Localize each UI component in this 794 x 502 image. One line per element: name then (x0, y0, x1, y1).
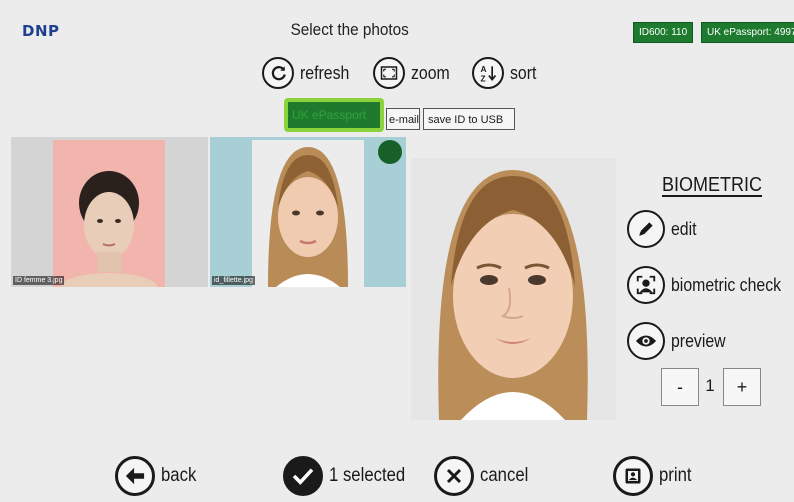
biometric-check-label: biometric check (671, 274, 782, 295)
refresh-button[interactable]: refresh (262, 57, 356, 89)
tab-email[interactable]: e-mail (386, 108, 420, 130)
biometric-heading: BIOMETRIC (662, 174, 763, 196)
refresh-icon (262, 57, 294, 89)
girl-portrait-photo (252, 140, 364, 287)
back-label: back (161, 465, 197, 486)
thumbnail-filename: id_fillette.jpg (212, 276, 255, 285)
edit-button[interactable]: edit (627, 210, 700, 248)
page-title: Select the photos (290, 20, 410, 39)
id600-counter-badge: ID600: 110 (633, 22, 694, 43)
cancel-label: cancel (480, 465, 529, 486)
biometric-check-button[interactable]: biometric check (627, 266, 794, 304)
zoom-label: zoom (411, 62, 450, 83)
zoom-button[interactable]: zoom (373, 57, 455, 89)
preview-button[interactable]: preview (627, 322, 733, 360)
edit-label: edit (671, 218, 697, 239)
selected-count-label: 1 selected (329, 465, 406, 486)
thumbnail-filename: ID femme 3.jpg (13, 276, 65, 285)
close-icon (434, 456, 474, 496)
save-id-to-usb-button[interactable]: save ID to USB (423, 108, 515, 130)
sort-button[interactable]: AZ sort (472, 57, 540, 89)
uk-epassport-counter-badge: UK ePassport: 4997 (701, 22, 794, 43)
pencil-icon (627, 210, 665, 248)
woman-portrait-photo (53, 140, 165, 287)
back-button[interactable]: back (115, 456, 201, 496)
refresh-label: refresh (300, 62, 350, 83)
quantity-minus-button[interactable]: - (661, 368, 699, 406)
svg-text:Z: Z (481, 73, 486, 83)
cancel-button[interactable]: cancel (434, 456, 535, 496)
girl-portrait-large-photo (438, 170, 588, 420)
selected-indicator-icon (378, 140, 402, 164)
print-label: print (659, 465, 692, 486)
thumbnail-id-femme[interactable]: ID femme 3.jpg (11, 137, 208, 287)
selected-count-button[interactable]: 1 selected (283, 456, 416, 496)
thumbnail-id-fillette[interactable]: id_fillette.jpg (210, 137, 406, 287)
quantity-value: 1 (705, 376, 715, 395)
sort-label: sort (510, 62, 537, 83)
photo-preview (411, 158, 616, 420)
eye-icon (627, 322, 665, 360)
arrow-left-icon (115, 456, 155, 496)
preview-label: preview (671, 330, 726, 351)
zoom-icon (373, 57, 405, 89)
print-photo-icon (613, 456, 653, 496)
checkmark-icon (283, 456, 323, 496)
face-scan-icon (627, 266, 665, 304)
quantity-plus-button[interactable]: + (723, 368, 761, 406)
tab-uk-epassport[interactable]: UK ePassport (284, 98, 384, 132)
sort-az-icon: AZ (472, 57, 504, 89)
print-button[interactable]: print (613, 456, 696, 496)
